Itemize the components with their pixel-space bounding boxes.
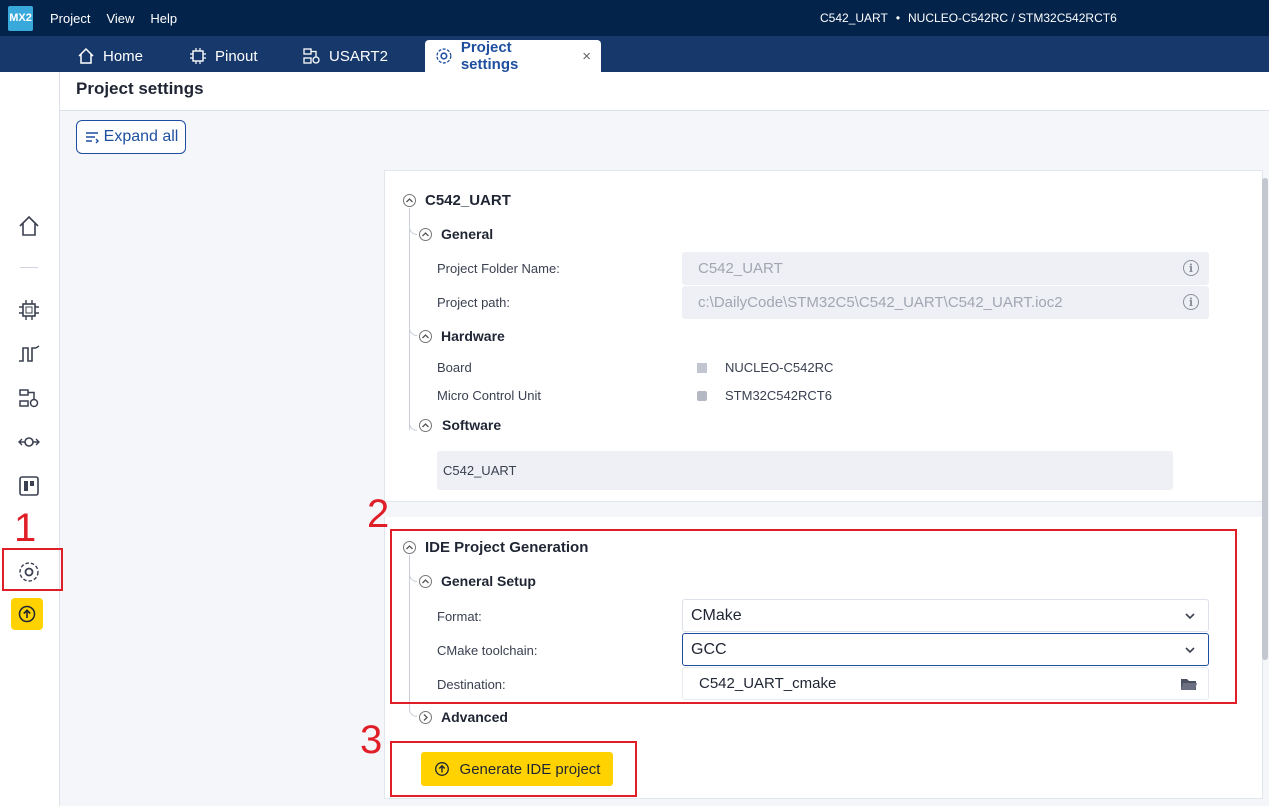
project-section-title: C542_UART: [425, 192, 511, 209]
tab-bar: Home Pinout USART2 Project settings ×: [0, 36, 1269, 73]
annotation-3: 3: [360, 718, 383, 762]
annotation-box-1: [2, 548, 63, 591]
board-value-text: NUCLEO-C542RC: [725, 360, 834, 375]
tab-project-settings[interactable]: Project settings ×: [425, 39, 601, 73]
home-icon[interactable]: [17, 214, 41, 238]
tree-line: [409, 208, 410, 430]
tree-branch: [409, 705, 417, 717]
title-separator: •: [895, 11, 901, 25]
software-title: Software: [442, 417, 502, 433]
project-path-value: c:\DailyCode\STM32C5\C542_UART\C542_UART…: [698, 294, 1063, 311]
annotation-2: 2: [367, 492, 390, 536]
project-panel: C542_UART General Project Folder Name: C…: [384, 170, 1263, 502]
hardware-title: Hardware: [441, 328, 505, 344]
chevron-up-icon[interactable]: [419, 419, 432, 432]
tab-pinout[interactable]: Pinout: [189, 40, 258, 72]
project-path-field: c:\DailyCode\STM32C5\C542_UART\C542_UART…: [682, 286, 1209, 319]
info-icon[interactable]: i: [1183, 294, 1199, 310]
scrollbar[interactable]: [1262, 178, 1268, 660]
tab-usart2[interactable]: USART2: [303, 40, 388, 72]
advanced-title[interactable]: Advanced: [441, 709, 508, 725]
tree-branch: [409, 223, 417, 235]
chip-icon[interactable]: [17, 298, 41, 322]
signal-icon[interactable]: [17, 342, 41, 366]
menu-project[interactable]: Project: [50, 11, 90, 26]
upload-icon: [18, 605, 36, 623]
peripheral-icon[interactable]: [17, 386, 41, 410]
menu-bar: MX2 Project View Help C542_UART • NUCLEO-C…: [0, 0, 1269, 36]
tab-pinout-label: Pinout: [215, 47, 258, 65]
board-value: NUCLEO-C542RC: [697, 360, 833, 375]
software-value: C542_UART: [443, 463, 517, 478]
menu-help[interactable]: Help: [150, 11, 177, 26]
board-label: Board: [437, 360, 472, 375]
expand-all-button[interactable]: Expand all: [76, 120, 186, 154]
left-rail: [0, 72, 60, 806]
tab-home-label: Home: [103, 47, 144, 65]
chevron-up-icon[interactable]: [419, 330, 432, 343]
tree-branch: [409, 324, 417, 336]
chip-icon: [190, 48, 206, 64]
project-folder-field: C542_UART i: [682, 252, 1209, 285]
page-header: Project settings: [60, 72, 1269, 111]
generate-rail-button[interactable]: [11, 598, 43, 630]
menu-view[interactable]: View: [106, 11, 134, 26]
window-title: C542_UART • NUCLEO-C542RC / STM32C542RCT6: [820, 11, 1117, 25]
project-path-label: Project path:: [437, 295, 510, 310]
tab-home[interactable]: Home: [77, 40, 143, 72]
connection-icon[interactable]: [17, 430, 41, 454]
peripheral-icon: [303, 48, 320, 64]
settings-icon: [436, 48, 452, 64]
project-folder-label: Project Folder Name:: [437, 261, 560, 276]
project-name: C542_UART: [820, 11, 888, 25]
software-box: C542_UART: [437, 451, 1173, 490]
chevron-up-icon[interactable]: [419, 228, 432, 241]
tab-usart2-label: USART2: [329, 47, 388, 65]
board-mcu: NUCLEO-C542RC / STM32C542RCT6: [908, 11, 1117, 25]
annotation-1: 1: [14, 506, 37, 550]
page-title: Project settings: [76, 79, 204, 98]
mcu-label: Micro Control Unit: [437, 388, 542, 403]
annotation-box-2: [390, 529, 1237, 704]
project-folder-value: C542_UART: [698, 260, 783, 277]
tree-branch: [409, 419, 417, 431]
home-icon: [78, 47, 94, 64]
general-title: General: [441, 226, 494, 242]
expand-all-label: Expand all: [103, 128, 179, 145]
tab-project-settings-label: Project settings: [460, 39, 519, 73]
rail-divider: [20, 267, 38, 268]
app-logo: MX2: [8, 5, 33, 31]
board-icon[interactable]: [17, 474, 41, 498]
info-icon[interactable]: i: [1183, 260, 1199, 276]
close-icon[interactable]: ×: [582, 48, 591, 65]
mcu-value: STM32C542RCT6: [697, 388, 832, 403]
chevron-down-icon[interactable]: [419, 711, 432, 724]
chip-icon: [697, 390, 707, 401]
board-icon: [697, 362, 707, 373]
chevron-up-icon[interactable]: [403, 194, 416, 207]
list-icon: [85, 132, 99, 144]
mcu-value-text: STM32C542RCT6: [725, 388, 832, 403]
annotation-box-3: [390, 741, 637, 797]
